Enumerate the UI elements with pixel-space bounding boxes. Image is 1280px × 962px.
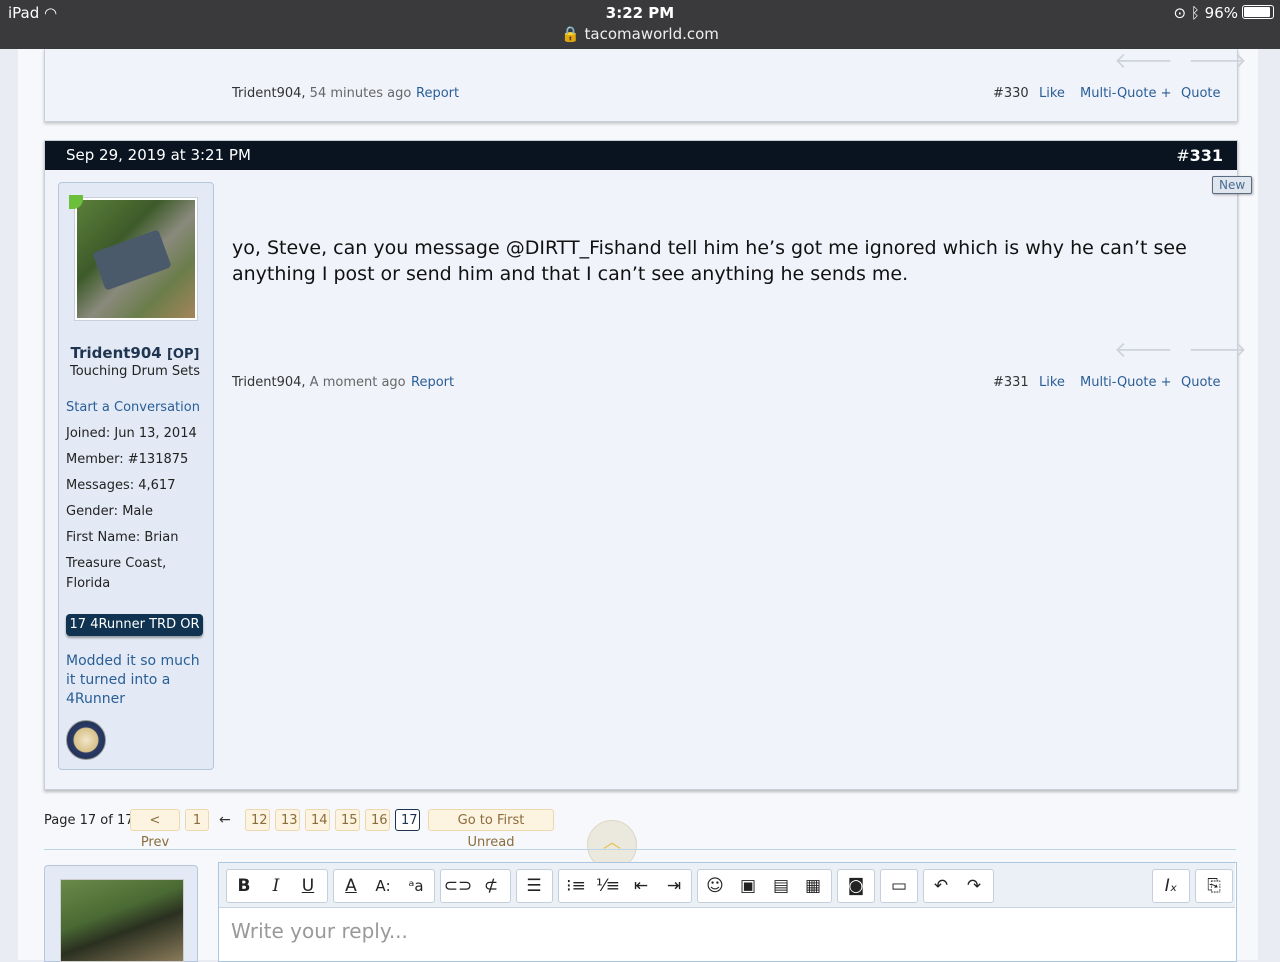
prev-post-author[interactable]: Trident904, <box>232 86 306 101</box>
bullet-list-icon[interactable]: ⁝≡ <box>560 869 592 903</box>
post-number[interactable]: #331 <box>993 375 1029 390</box>
gender: Gender: Male <box>66 504 153 519</box>
link-icon[interactable]: ⊂⊃ <box>442 869 474 903</box>
orientation-lock-icon: ⊙ <box>1173 4 1187 22</box>
battery-icon <box>1242 5 1274 19</box>
first-unread-button[interactable]: Go to First Unread <box>428 809 554 850</box>
username[interactable]: Trident904 [OP] <box>62 344 208 362</box>
page-17-button[interactable]: 17 <box>395 809 420 831</box>
page-label: Page 17 of 17 <box>44 813 134 828</box>
browser-status-bar: iPad ◠ 3:22 PM 🔒 tacomaworld.com ⊙ ᛒ 96% <box>0 0 1280 49</box>
page-15-button[interactable]: 15 <box>335 809 360 831</box>
undo-icon[interactable]: ↶ <box>925 869 957 903</box>
user-signature-link[interactable]: Modded it so much it turned into a 4Runn… <box>66 652 206 709</box>
unlink-icon[interactable]: ⊄ <box>475 869 507 903</box>
left-arrow-icon[interactable]: 🡐 <box>1114 337 1173 363</box>
reply-avatar[interactable] <box>60 879 184 962</box>
smiley-icon[interactable]: ☺ <box>699 869 731 903</box>
indent-icon[interactable]: ⇥ <box>658 869 690 903</box>
op-tag: [OP] <box>166 347 200 362</box>
prev-multiquote-link[interactable]: Multi-Quote + <box>1080 86 1172 101</box>
multiquote-link[interactable]: Multi-Quote + <box>1080 375 1172 390</box>
right-arrow-icon[interactable]: 🡒 <box>1188 337 1247 363</box>
post-meta: Trident904, A moment ago <box>232 375 406 390</box>
prev-post-meta: Trident904, 54 minutes ago <box>232 86 411 101</box>
page-skip[interactable]: ← <box>219 812 231 828</box>
left-arrow-icon[interactable]: 🡐 <box>1114 48 1173 74</box>
report-link[interactable]: Report <box>411 375 454 390</box>
user-title: Touching Drum Sets <box>69 364 201 379</box>
page-12-button[interactable]: 12 <box>245 809 270 831</box>
location-line-1: Treasure Coast, <box>66 556 167 571</box>
bluetooth-icon: ᛒ <box>1190 4 1200 22</box>
quote-link[interactable]: Quote <box>1181 375 1221 390</box>
post-message: yo, Steve, can you message @DIRTT_Fishan… <box>232 237 1187 285</box>
location-line-2: Florida <box>66 576 111 591</box>
camera-icon[interactable]: ◙ <box>840 869 872 903</box>
prev-like-link[interactable]: Like <box>1039 86 1065 101</box>
prev-post-time: 54 minutes ago <box>309 86 412 101</box>
media-icon[interactable]: ▤ <box>765 869 797 903</box>
page-16-button[interactable]: 16 <box>365 809 390 831</box>
vehicle-badge[interactable]: 17 4Runner TRD OR <box>66 614 203 636</box>
quote-block-icon[interactable]: ▦ <box>797 869 829 903</box>
start-conversation-link[interactable]: Start a Conversation <box>66 400 200 415</box>
page-13-button[interactable]: 13 <box>275 809 300 831</box>
new-badge: New <box>1212 176 1253 194</box>
bold-icon[interactable]: B <box>228 869 260 903</box>
prev-post-number[interactable]: #330 <box>993 86 1029 101</box>
italic-icon[interactable]: I <box>260 869 292 903</box>
reply-input[interactable]: Write your reply... <box>231 919 408 943</box>
url-bar[interactable]: 🔒 tacomaworld.com <box>0 25 1280 43</box>
clock: 3:22 PM <box>605 4 675 22</box>
save-icon[interactable]: ▭ <box>883 869 915 903</box>
prev-page-button[interactable]: < Prev <box>130 809 180 850</box>
page-14-button[interactable]: 14 <box>305 809 330 831</box>
outdent-icon[interactable]: ⇤ <box>625 869 657 903</box>
prev-quote-link[interactable]: Quote <box>1181 86 1221 101</box>
redo-icon[interactable]: ↷ <box>958 869 990 903</box>
right-arrow-icon[interactable]: 🡒 <box>1188 48 1247 74</box>
message-count: Messages: 4,617 <box>66 478 176 493</box>
user-avatar[interactable] <box>74 197 198 321</box>
font-size-icon[interactable]: A꞉ <box>367 869 399 903</box>
font-color-icon[interactable]: A <box>335 869 367 903</box>
member-number: Member: #131875 <box>66 452 189 467</box>
prev-report-link[interactable]: Report <box>416 86 459 101</box>
align-icon[interactable]: ☰ <box>518 869 550 903</box>
post-time: A moment ago <box>309 375 406 390</box>
divider <box>44 849 1236 850</box>
post-author[interactable]: Trident904, <box>232 375 306 390</box>
toggle-source-icon[interactable]: ⎘ <box>1198 869 1230 903</box>
post-permalink[interactable]: #331 <box>1176 146 1223 165</box>
first-name: First Name: Brian <box>66 530 179 545</box>
page-1-button[interactable]: 1 <box>185 809 209 831</box>
font-family-icon[interactable]: ᵃa <box>400 869 432 903</box>
navy-seal-icon <box>66 720 106 760</box>
post-header: Sep 29, 2019 at 3:21 PM #331 <box>45 141 1237 170</box>
joined-date: Joined: Jun 13, 2014 <box>66 426 197 441</box>
image-icon[interactable]: ▣ <box>732 869 764 903</box>
underline-icon[interactable]: U <box>292 869 324 903</box>
post-date: Sep 29, 2019 at 3:21 PM <box>66 146 251 164</box>
clear-format-icon[interactable]: Iₓ <box>1155 869 1187 903</box>
battery-status: ⊙ ᛒ 96% <box>1173 4 1274 22</box>
numbered-list-icon[interactable]: ⅟≡ <box>592 869 624 903</box>
like-link[interactable]: Like <box>1039 375 1065 390</box>
